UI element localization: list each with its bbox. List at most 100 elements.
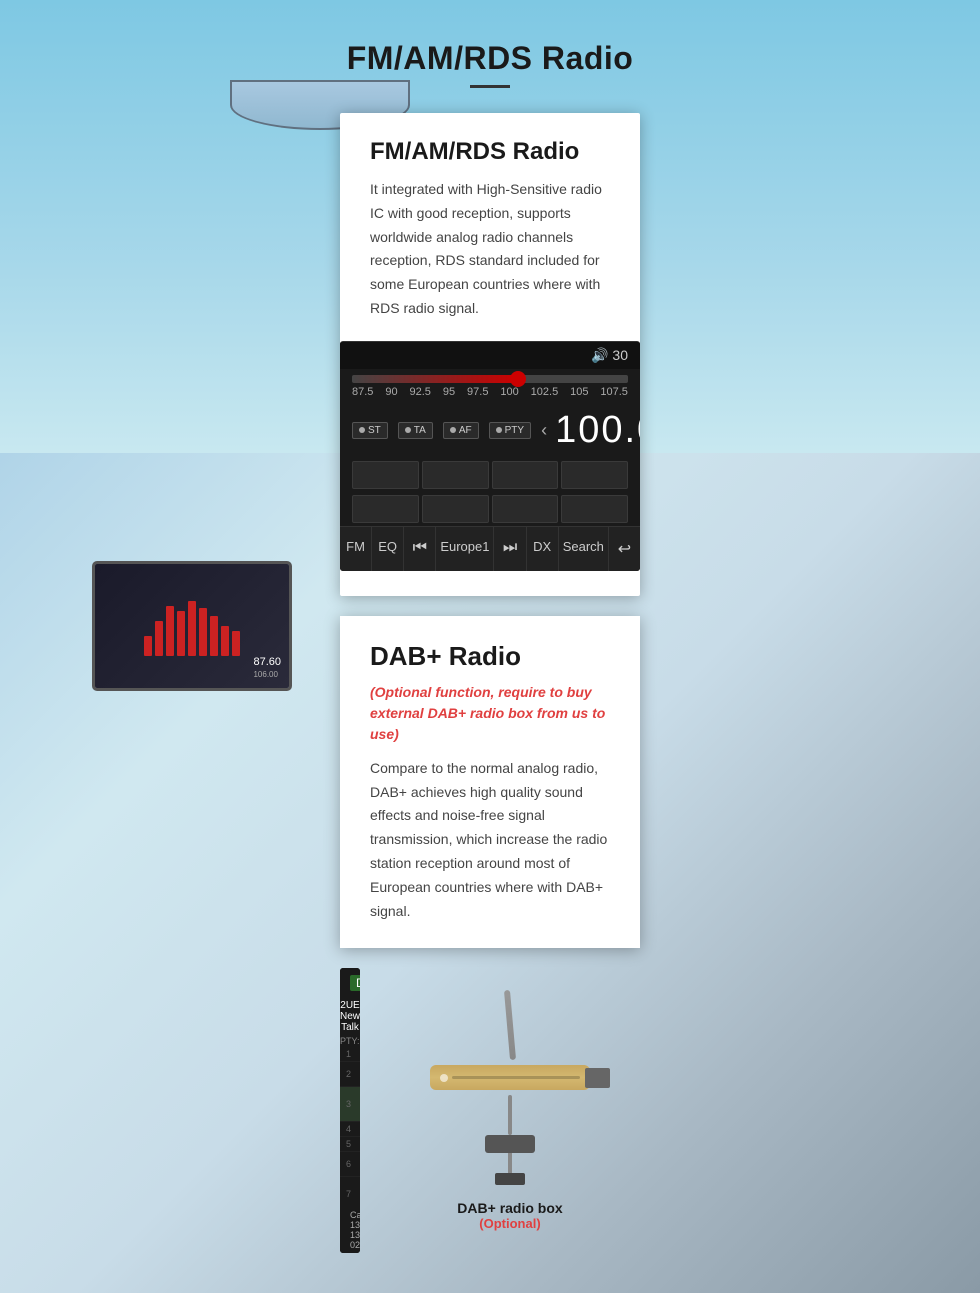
preset-grid-row1 bbox=[340, 458, 640, 492]
freq-mark-1025: 102.5 bbox=[531, 386, 559, 398]
dab-item-num-5: 5 bbox=[346, 1139, 358, 1149]
dot-st bbox=[359, 427, 365, 433]
tag-st[interactable]: ST bbox=[352, 422, 388, 439]
freq-mark-95: 95 bbox=[443, 386, 455, 398]
freq-mark-925: 92.5 bbox=[410, 386, 431, 398]
dab-station-name: 2UE News Talk bbox=[340, 1000, 360, 1033]
dab-list-item-7[interactable]: 7 Sky Racing World bbox=[340, 1177, 360, 1207]
preset-btn-7[interactable] bbox=[492, 495, 559, 523]
eq-button[interactable]: EQ bbox=[372, 527, 404, 571]
dab-bottom-bar: Call 13 13 02 ⏮ 🔍 ⏭ bbox=[340, 1207, 360, 1253]
dab-cable-body bbox=[430, 1065, 590, 1090]
page-title: FM/AM/RDS Radio bbox=[0, 40, 980, 77]
dab-connector bbox=[585, 1068, 610, 1088]
dab-item-num-1: 1 bbox=[346, 1049, 358, 1059]
tag-ta[interactable]: TA bbox=[398, 422, 433, 439]
fm-section-description: It integrated with High-Sensitive radio … bbox=[370, 178, 610, 321]
preset-btn-1[interactable] bbox=[352, 461, 419, 489]
europe1-button[interactable]: Europe1 bbox=[436, 527, 494, 571]
preset-grid-row2 bbox=[340, 492, 640, 526]
fm-section-title: FM/AM/RDS Radio bbox=[370, 138, 610, 166]
back-button[interactable]: ↩ bbox=[609, 527, 640, 571]
frequency-slider[interactable]: 87.5 90 92.5 95 97.5 100 102.5 105 107.5 bbox=[340, 369, 640, 403]
preset-btn-5[interactable] bbox=[352, 495, 419, 523]
dab-list-item-3[interactable]: 3 2UE News Talk bbox=[340, 1087, 360, 1122]
frequency-number: 100.00 bbox=[555, 409, 640, 452]
dab-wire bbox=[508, 1153, 512, 1173]
radio-top-bar: 🔊 30 bbox=[340, 342, 640, 369]
freq-mark-105: 105 bbox=[570, 386, 588, 398]
tag-st-label: ST bbox=[368, 425, 381, 436]
dot-pty bbox=[496, 427, 502, 433]
slider-thumb bbox=[510, 371, 526, 387]
frequency-display: ‹ 100.00 MHz › bbox=[541, 409, 640, 452]
next-button[interactable]: ⏭ bbox=[494, 527, 526, 571]
tag-af-label: AF bbox=[459, 425, 472, 436]
freq-mark-875: 87.5 bbox=[352, 386, 373, 398]
dab-pty-label: PTY:News bbox=[340, 1035, 360, 1047]
dab-cable-tail bbox=[508, 1095, 512, 1135]
fm-button-label: FM bbox=[346, 539, 365, 554]
dab-station-bar: 2UE News Talk bbox=[340, 998, 360, 1035]
dab-antenna-area bbox=[507, 990, 513, 1060]
frequency-scale: 87.5 90 92.5 95 97.5 100 102.5 105 107.5 bbox=[352, 383, 628, 401]
freq-mark-975: 97.5 bbox=[467, 386, 488, 398]
search-label: Search bbox=[563, 539, 604, 554]
dab-small-connector bbox=[485, 1135, 535, 1153]
back-icon: ↩ bbox=[618, 541, 631, 558]
freq-prev-arrow[interactable]: ‹ bbox=[541, 420, 547, 441]
tag-pty[interactable]: PTY bbox=[489, 422, 531, 439]
preset-btn-3[interactable] bbox=[492, 461, 559, 489]
dab-end-connector bbox=[495, 1173, 525, 1185]
dot-ta bbox=[405, 427, 411, 433]
dab-box-optional: (Optional) bbox=[479, 1216, 540, 1231]
page-title-section: FM/AM/RDS Radio bbox=[0, 20, 980, 103]
dab-list-item-4[interactable]: 4 2UE bbox=[340, 1122, 360, 1137]
dab-box-label: DAB+ radio box bbox=[457, 1200, 562, 1216]
dab-optional-text: (Optional function, require to buy exter… bbox=[370, 682, 610, 745]
freq-mark-100: 100 bbox=[500, 386, 518, 398]
dx-button[interactable]: DX bbox=[527, 527, 559, 571]
dab-item-num-3: 3 bbox=[346, 1099, 358, 1109]
fm-button[interactable]: FM bbox=[340, 527, 372, 571]
radio-ui: 🔊 30 87.5 90 92.5 95 97.5 100 1 bbox=[340, 341, 640, 571]
dab-list-item-5[interactable]: 5 GORILLA bbox=[340, 1137, 360, 1152]
eq-button-label: EQ bbox=[378, 539, 397, 554]
prev-button[interactable]: ⏮ bbox=[404, 527, 436, 571]
fm-radio-panel: FM/AM/RDS Radio It integrated with High-… bbox=[340, 113, 640, 596]
dab-label: DAB+ bbox=[350, 975, 360, 991]
preset-btn-8[interactable] bbox=[561, 495, 628, 523]
preset-btn-4[interactable] bbox=[561, 461, 628, 489]
dab-item-num-7: 7 bbox=[346, 1189, 358, 1199]
dab-screen: DAB+ 8:10 PM ≡ ✕ bbox=[340, 968, 360, 1253]
dab-description: Compare to the normal analog radio, DAB+… bbox=[370, 757, 610, 924]
dab-led bbox=[440, 1074, 448, 1082]
radio-controls-row: ST TA AF PTY ‹ bbox=[340, 403, 640, 458]
dab-radio-box-section: DAB+ radio box (Optional) bbox=[380, 990, 640, 1231]
dab-item-num-2: 2 bbox=[346, 1069, 358, 1079]
radio-bottom-bar: FM EQ ⏮ Europe1 ⏭ DX bbox=[340, 526, 640, 571]
tag-ta-label: TA bbox=[414, 425, 426, 436]
dab-list-item-1[interactable]: 1 2DAY bbox=[340, 1047, 360, 1062]
dab-section-panel: DAB+ Radio (Optional function, require t… bbox=[340, 616, 640, 949]
dab-list-item-2[interactable]: 2 2SM 1269AM bbox=[340, 1062, 360, 1087]
dab-list-item-6[interactable]: 6 Radar Radio bbox=[340, 1152, 360, 1177]
dx-label: DX bbox=[533, 539, 551, 554]
dab-call-text: Call 13 13 02 bbox=[350, 1210, 360, 1250]
dab-antenna bbox=[504, 990, 516, 1060]
slider-track bbox=[352, 375, 628, 383]
dab-main-content: 1 2DAY 2 2SM 1269AM 3 2UE News Talk 4 bbox=[340, 1047, 360, 1207]
dab-top-bar: DAB+ 8:10 PM ≡ ✕ bbox=[340, 968, 360, 998]
dab-item-num-4: 4 bbox=[346, 1124, 358, 1134]
tag-af[interactable]: AF bbox=[443, 422, 479, 439]
preset-btn-2[interactable] bbox=[422, 461, 489, 489]
dab-section-title: DAB+ Radio bbox=[370, 641, 610, 672]
tag-pty-label: PTY bbox=[505, 425, 524, 436]
preset-btn-6[interactable] bbox=[422, 495, 489, 523]
search-button[interactable]: Search bbox=[559, 527, 609, 571]
dab-cable-detail bbox=[452, 1076, 580, 1079]
dab-pty-text: PTY:News bbox=[340, 1036, 360, 1046]
dab-content-row: DAB+ 8:10 PM ≡ ✕ bbox=[340, 968, 640, 1253]
volume-icon: 🔊 bbox=[591, 347, 608, 364]
prev-icon: ⏮ bbox=[413, 539, 427, 556]
